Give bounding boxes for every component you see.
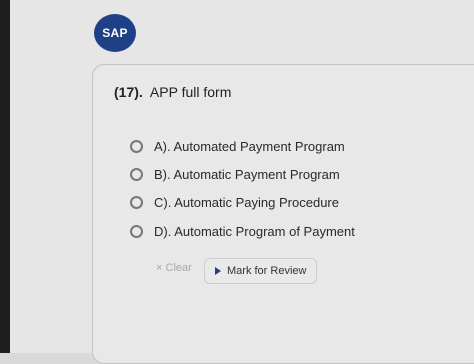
option-d-label: D). Automatic Program of Payment [154,224,355,239]
left-edge [0,0,10,353]
option-b-label: B). Automatic Payment Program [154,167,340,182]
play-triangle-icon [215,267,221,275]
subject-badge-label: SAP [102,26,128,40]
close-icon: × [156,262,163,274]
radio-button-icon[interactable] [130,196,143,209]
option-c[interactable]: C). Automatic Paying Procedure [130,195,339,210]
mark-for-review-label: Mark for Review [227,265,307,277]
question-card [92,64,474,364]
option-c-label: C). Automatic Paying Procedure [154,195,339,210]
question-text: (17). APP full form [114,84,231,100]
clear-label: Clear [165,262,192,274]
mark-for-review-button[interactable]: Mark for Review [204,258,318,284]
radio-button-icon[interactable] [130,140,143,153]
question-number: (17). [114,84,143,100]
clear-button[interactable]: × Clear [156,262,192,274]
option-b[interactable]: B). Automatic Payment Program [130,167,340,182]
radio-button-icon[interactable] [130,168,143,181]
radio-button-icon[interactable] [130,225,143,238]
option-a-label: A). Automated Payment Program [154,139,345,154]
subject-badge: SAP [94,14,136,52]
question-label: APP full form [149,84,232,100]
option-d[interactable]: D). Automatic Program of Payment [130,224,355,239]
option-a[interactable]: A). Automated Payment Program [130,139,345,154]
